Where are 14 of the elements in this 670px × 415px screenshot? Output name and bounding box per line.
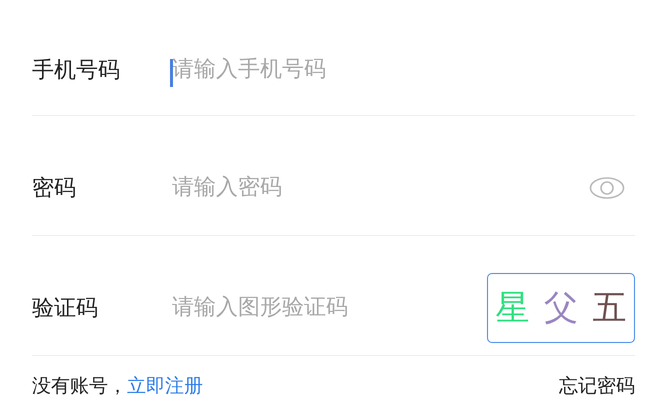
input-field[interactable]: 请输入图形验证码 — [170, 295, 487, 320]
input-field[interactable]: 请输入密码 — [170, 175, 589, 200]
field-label: 密码 — [32, 174, 77, 202]
eye-icon[interactable] — [589, 176, 625, 200]
forgot-password-link[interactable]: 忘记密码 — [559, 373, 635, 399]
captcha-character: 父 — [544, 286, 578, 330]
register-prompt: 没有账号， — [32, 374, 127, 399]
field-label: 手机号码 — [32, 56, 121, 84]
register-link[interactable]: 立即注册 — [127, 373, 203, 399]
field-label: 验证码 — [32, 294, 99, 322]
captcha-character: 星 — [495, 286, 530, 330]
input-field[interactable]: 请输入手机号码 — [170, 57, 635, 82]
captcha-image[interactable]: 星 父 五 — [487, 272, 635, 342]
captcha-character: 五 — [592, 286, 627, 330]
